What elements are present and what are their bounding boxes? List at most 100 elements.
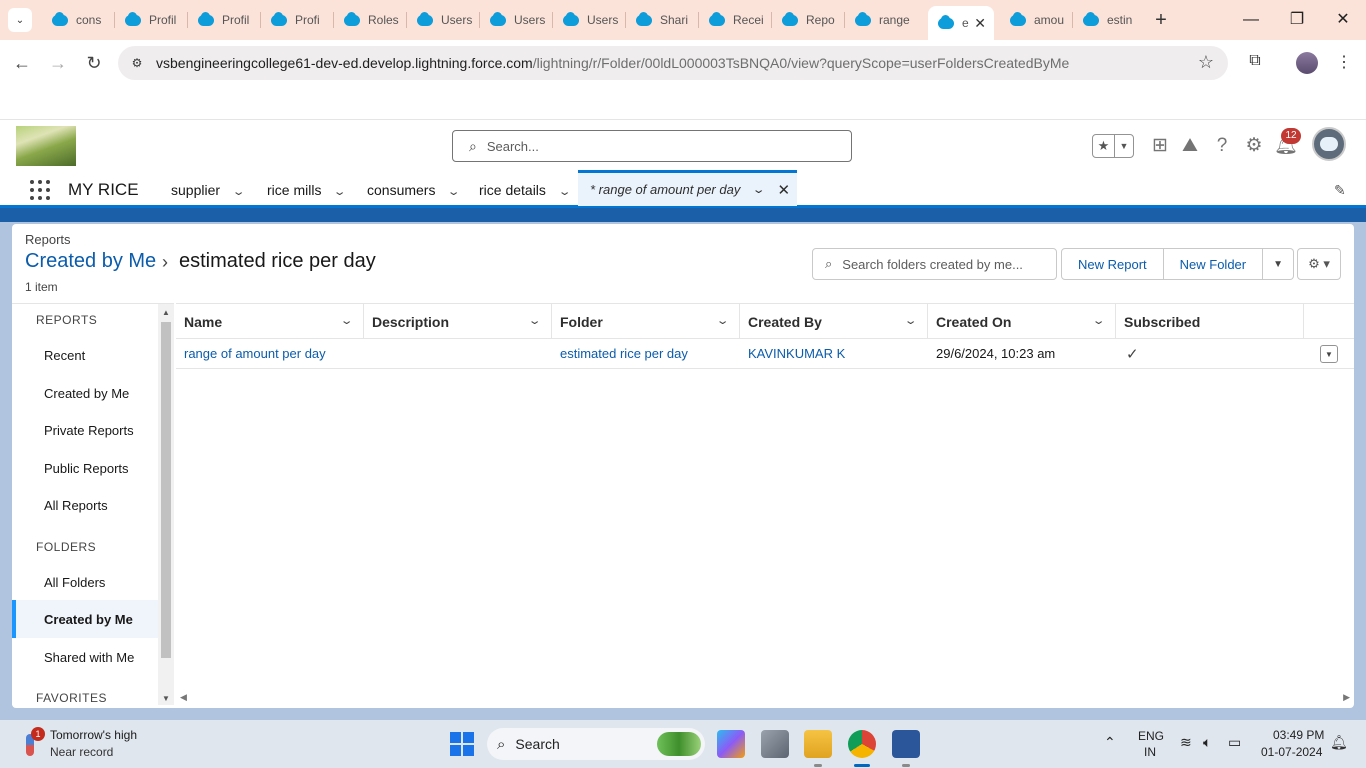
browser-tab[interactable]: range (845, 6, 917, 34)
sidebar-item-all-reports[interactable]: All Reports (12, 487, 158, 523)
browser-tab[interactable]: Roles (334, 6, 406, 34)
chevron-down-icon[interactable]: ⌄ (752, 183, 766, 196)
chevron-down-icon[interactable]: ⌄ (447, 185, 461, 198)
scroll-left-icon[interactable]: ◀ (180, 692, 187, 703)
minimize-button[interactable]: — (1236, 8, 1266, 32)
app-launcher-icon[interactable] (30, 180, 50, 200)
row-actions-dropdown[interactable]: ▼ (1320, 345, 1338, 363)
breadcrumb-created-by-me-link[interactable]: Created by Me (25, 250, 156, 273)
clock-time[interactable]: 03:49 PM (1273, 728, 1324, 742)
taskbar-search[interactable]: ⌕ Search (487, 728, 705, 760)
weather-title[interactable]: Tomorrow's high (50, 728, 137, 742)
column-header-created-on[interactable]: Created On ⌄ (928, 304, 1116, 339)
scroll-up-icon[interactable]: ▲ (162, 308, 170, 317)
sidebar-item-folders-created-by-me[interactable]: Created by Me (12, 600, 158, 638)
browser-tab[interactable]: Users (407, 6, 479, 34)
chevron-down-icon[interactable]: ⌄ (558, 185, 572, 198)
browser-tab[interactable]: Profi (261, 6, 333, 34)
new-folder-button[interactable]: New Folder (1163, 248, 1264, 280)
extensions-icon[interactable]: ⧉ (1244, 52, 1266, 74)
tab-search-button[interactable]: ⌄ (8, 8, 32, 32)
copilot-icon[interactable] (717, 730, 745, 758)
volume-icon[interactable]: 🔈︎ (1203, 734, 1211, 751)
file-explorer-icon[interactable] (804, 730, 832, 758)
close-window-button[interactable]: ✕ (1328, 8, 1358, 32)
new-tab-button[interactable]: + (1150, 8, 1172, 32)
wifi-icon[interactable]: ≋ (1180, 734, 1192, 751)
favorites-button[interactable]: ★ ▼ (1092, 134, 1134, 158)
chrome-icon[interactable] (848, 730, 876, 758)
sidebar-item-created-by-me[interactable]: Created by Me (12, 375, 158, 411)
scrollbar-thumb[interactable] (161, 322, 171, 658)
browser-tab[interactable]: Users (553, 6, 625, 34)
close-icon[interactable]: ✕ (778, 181, 791, 199)
browser-tab[interactable]: cons (42, 6, 114, 34)
sidebar-item-private-reports[interactable]: Private Reports (12, 412, 158, 448)
input-region[interactable]: IN (1144, 745, 1156, 759)
chevron-down-icon[interactable]: ⌄ (527, 314, 541, 327)
restore-button[interactable]: ❐ (1282, 8, 1312, 32)
battery-icon[interactable]: ▭ (1228, 734, 1241, 751)
sidebar-item-all-folders[interactable]: All Folders (12, 564, 158, 600)
browser-tab[interactable]: Profil (188, 6, 260, 34)
global-actions-icon[interactable]: ⊞ (1148, 134, 1172, 158)
nav-item-consumers[interactable]: consumers ⌄ (367, 182, 461, 198)
notification-center-icon[interactable]: 🔔︎ (1330, 734, 1348, 751)
chevron-down-icon[interactable]: ⌄ (339, 314, 353, 327)
new-report-button[interactable]: New Report (1061, 248, 1164, 280)
edit-nav-pencil-icon[interactable]: ✎ (1334, 182, 1346, 199)
browser-tab[interactable]: amou (1000, 6, 1072, 34)
profile-avatar[interactable] (1296, 52, 1318, 74)
column-header-folder[interactable]: Folder ⌄ (552, 304, 740, 339)
folder-search-input[interactable]: ⌕ Search folders created by me... (812, 248, 1057, 280)
sidebar-item-shared-with-me[interactable]: Shared with Me (12, 639, 158, 675)
browser-tab-active[interactable]: e ✕ (928, 6, 994, 40)
column-header-description[interactable]: Description ⌄ (364, 304, 552, 339)
user-avatar[interactable] (1312, 127, 1346, 161)
forward-button[interactable]: → (45, 50, 71, 76)
close-tab-icon[interactable]: ✕ (974, 15, 986, 32)
scroll-right-icon[interactable]: ▶ (1343, 692, 1350, 703)
report-created-by-link[interactable]: KAVINKUMAR K (740, 346, 928, 361)
report-folder-link[interactable]: estimated rice per day (552, 346, 740, 361)
chevron-down-icon[interactable]: ⌄ (333, 185, 347, 198)
chevron-down-icon[interactable]: ▼ (1115, 141, 1133, 151)
chevron-down-icon[interactable]: ⌄ (1091, 314, 1105, 327)
windows-start-icon[interactable] (450, 732, 474, 756)
scroll-down-icon[interactable]: ▼ (162, 694, 170, 703)
sidebar-scrollbar[interactable]: ▲ ▼ (158, 303, 174, 705)
sidebar-item-public-reports[interactable]: Public Reports (12, 450, 158, 486)
url-bar[interactable]: ⚙ vsbengineeringcollege61-dev-ed.develop… (118, 46, 1228, 80)
setup-gear-icon[interactable]: ⚙ (1242, 134, 1266, 158)
column-header-subscribed[interactable]: Subscribed (1116, 304, 1304, 339)
trailhead-icon[interactable]: ⛰ (1178, 134, 1202, 158)
nav-item-supplier[interactable]: supplier ⌄ (171, 182, 246, 198)
input-language[interactable]: ENG (1138, 729, 1164, 743)
more-actions-dropdown[interactable]: ▼ (1263, 248, 1295, 280)
column-header-name[interactable]: Name ⌄ (176, 304, 364, 339)
bookmark-star-icon[interactable]: ☆ (1198, 52, 1214, 73)
help-icon[interactable]: ? (1210, 134, 1234, 158)
column-header-created-by[interactable]: Created By ⌄ (740, 304, 928, 339)
browser-tab[interactable]: Shari (626, 6, 698, 34)
browser-tab[interactable]: estin (1073, 6, 1145, 34)
back-button[interactable]: ← (9, 50, 35, 76)
tray-chevron-up-icon[interactable]: ⌃ (1104, 734, 1116, 751)
nav-tab-open-report[interactable]: * range of amount per day ⌄ ✕ (578, 170, 797, 206)
weather-subtitle[interactable]: Near record (50, 745, 113, 759)
list-settings-gear-icon[interactable]: ⚙ ▾ (1297, 248, 1341, 280)
browser-tab[interactable]: Recei (699, 6, 771, 34)
chevron-down-icon[interactable]: ⌄ (715, 314, 729, 327)
task-view-icon[interactable] (761, 730, 789, 758)
chevron-down-icon[interactable]: ⌄ (903, 314, 917, 327)
nav-item-rice-details[interactable]: rice details ⌄ (479, 182, 572, 198)
global-search-input[interactable]: ⌕ Search... (452, 130, 852, 162)
browser-tab[interactable]: Profil (115, 6, 187, 34)
weather-thermometer-icon[interactable]: 1 (20, 727, 45, 758)
browser-tab[interactable]: Repo (772, 6, 844, 34)
sidebar-item-recent[interactable]: Recent (12, 337, 158, 373)
browser-menu-icon[interactable]: ⋮ (1333, 52, 1355, 74)
report-name-link[interactable]: range of amount per day (176, 346, 364, 361)
browser-tab[interactable]: Users (480, 6, 552, 34)
site-info-icon[interactable]: ⚙ (126, 52, 148, 74)
